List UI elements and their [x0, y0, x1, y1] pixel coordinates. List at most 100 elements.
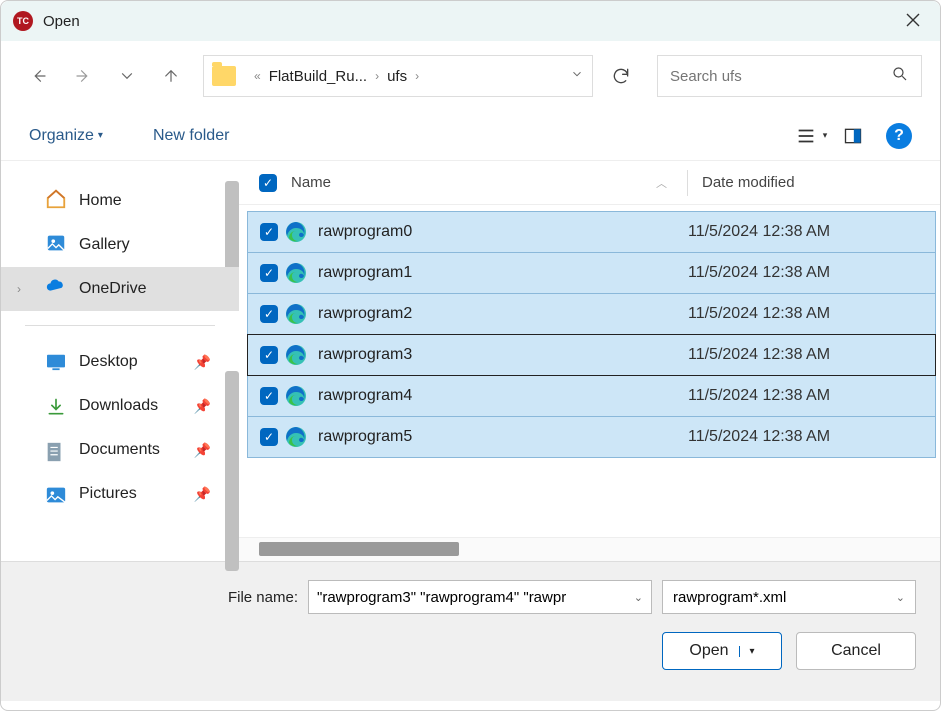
back-button[interactable]	[19, 56, 59, 96]
view-menu[interactable]: ▾	[794, 119, 828, 153]
filetype-combo[interactable]: rawprogram*.xml ⌄	[662, 580, 916, 614]
new-folder-label: New folder	[153, 127, 229, 145]
list-view-icon	[795, 125, 817, 147]
hscroll-thumb[interactable]	[259, 542, 459, 556]
file-row[interactable]: ✓ rawprogram511/5/2024 12:38 AM	[247, 416, 936, 458]
column-date[interactable]: Date modified	[702, 174, 795, 191]
search-icon[interactable]	[891, 65, 909, 88]
cancel-button[interactable]: Cancel	[796, 632, 916, 670]
file-row[interactable]: ✓rawprogram211/5/2024 12:38 AM	[247, 293, 936, 335]
sidebar-item-documents[interactable]: Documents 📌	[1, 428, 239, 472]
hscroll-track[interactable]	[239, 537, 940, 561]
pin-icon: 📌	[194, 486, 211, 503]
file-name: rawprogram0	[318, 223, 688, 241]
caret-down-icon: ▾	[823, 130, 828, 141]
file-row[interactable]: ✓rawprogram311/5/2024 12:38 AM	[247, 334, 936, 376]
file-checkbox[interactable]: ✓	[260, 387, 278, 405]
file-rows: ✓rawprogram011/5/2024 12:38 AM✓rawprogra…	[239, 205, 940, 537]
refresh-button[interactable]	[601, 55, 641, 97]
desktop-icon	[45, 353, 67, 371]
breadcrumb[interactable]: « FlatBuild_Ru... › ufs ›	[203, 55, 593, 97]
sidebar-item-gallery[interactable]: Gallery	[1, 223, 239, 267]
file-checkbox[interactable]: ✓	[260, 223, 278, 241]
app-icon: TC	[13, 11, 33, 31]
home-icon	[45, 188, 67, 215]
sidebar-label: Gallery	[79, 236, 130, 254]
search-box[interactable]	[657, 55, 922, 97]
title-bar: TC Open	[1, 1, 940, 41]
body-area: Home Gallery › OneDrive Desktop 📌 Downlo…	[1, 161, 940, 561]
recent-button[interactable]	[107, 56, 147, 96]
close-button[interactable]	[898, 7, 928, 36]
chevron-down-icon[interactable]: ⌄	[896, 591, 905, 604]
sidebar-label: Home	[79, 192, 122, 210]
open-button[interactable]: Open ▾	[662, 632, 782, 670]
file-row[interactable]: ✓rawprogram111/5/2024 12:38 AM	[247, 252, 936, 294]
footer: File name: ⌄ rawprogram*.xml ⌄ Open ▾ Ca…	[1, 561, 940, 701]
nav-bar: « FlatBuild_Ru... › ufs ›	[1, 41, 940, 111]
help-button[interactable]: ?	[886, 123, 912, 149]
up-button[interactable]	[151, 56, 191, 96]
file-name: rawprogram5	[318, 428, 688, 446]
file-list-area: ✓ Name ︿ Date modified ✓rawprogram011/5/…	[239, 161, 940, 561]
folder-icon	[212, 66, 236, 86]
arrow-right-icon	[74, 67, 92, 85]
downloads-icon	[45, 397, 67, 415]
sidebar-item-desktop[interactable]: Desktop 📌	[1, 340, 239, 384]
pin-icon: 📌	[194, 354, 211, 371]
file-checkbox[interactable]: ✓	[260, 264, 278, 282]
filename-combo[interactable]: ⌄	[308, 580, 652, 614]
search-input[interactable]	[670, 68, 891, 85]
sort-indicator-icon: ︿	[656, 175, 667, 191]
file-date: 11/5/2024 12:38 AM	[688, 387, 830, 405]
file-row[interactable]: ✓rawprogram411/5/2024 12:38 AM	[247, 375, 936, 417]
open-button-label: Open	[689, 642, 728, 660]
file-checkbox[interactable]: ✓	[260, 346, 278, 364]
cancel-button-label: Cancel	[831, 642, 881, 660]
new-folder-button[interactable]: New folder	[153, 127, 229, 145]
refresh-icon	[611, 66, 631, 86]
edge-file-icon	[284, 220, 308, 244]
filename-input[interactable]	[317, 589, 634, 606]
chevron-down-icon	[118, 67, 136, 85]
select-all-checkbox[interactable]: ✓	[259, 174, 277, 192]
organize-menu[interactable]: Organize ▾	[29, 127, 103, 145]
sidebar-scrollbar[interactable]	[225, 371, 239, 571]
gallery-icon	[45, 232, 67, 259]
help-icon: ?	[894, 127, 904, 145]
file-row[interactable]: ✓ rawprogram011/5/2024 12:38 AM	[247, 211, 936, 253]
column-date-label: Date modified	[702, 174, 795, 191]
sidebar: Home Gallery › OneDrive Desktop 📌 Downlo…	[1, 161, 239, 561]
breadcrumb-dropdown[interactable]	[570, 67, 584, 86]
file-name: rawprogram1	[318, 264, 688, 282]
arrow-up-icon	[162, 67, 180, 85]
column-name[interactable]: Name ︿	[291, 174, 687, 191]
chevron-right-icon[interactable]: ›	[17, 282, 21, 296]
file-checkbox[interactable]: ✓	[260, 305, 278, 323]
edge-file-icon	[284, 384, 308, 408]
column-name-label: Name	[291, 174, 331, 191]
pin-icon: 📌	[194, 398, 211, 415]
preview-pane-button[interactable]	[836, 119, 870, 153]
sidebar-item-downloads[interactable]: Downloads 📌	[1, 384, 239, 428]
sidebar-item-onedrive[interactable]: › OneDrive	[1, 267, 239, 311]
caret-down-icon: ▾	[98, 130, 103, 141]
forward-button[interactable]	[63, 56, 103, 96]
breadcrumb-current[interactable]: ufs	[387, 68, 407, 85]
split-caret-icon[interactable]: ▾	[739, 646, 755, 657]
file-name: rawprogram2	[318, 305, 688, 323]
file-date: 11/5/2024 12:38 AM	[688, 223, 830, 241]
chevron-down-icon[interactable]: ⌄	[634, 591, 643, 604]
sidebar-item-pictures[interactable]: Pictures 📌	[1, 472, 239, 516]
chevron-right-icon: ›	[375, 69, 379, 83]
column-separator[interactable]	[687, 170, 688, 196]
breadcrumb-overflow[interactable]: «	[254, 69, 261, 83]
breadcrumb-parent[interactable]: FlatBuild_Ru...	[269, 68, 367, 85]
file-date: 11/5/2024 12:38 AM	[688, 428, 830, 446]
window-title: Open	[43, 13, 80, 30]
onedrive-icon	[45, 276, 67, 303]
sidebar-item-home[interactable]: Home	[1, 179, 239, 223]
file-checkbox[interactable]: ✓	[260, 428, 278, 446]
edge-file-icon	[284, 302, 308, 326]
filename-label: File name:	[228, 589, 298, 606]
